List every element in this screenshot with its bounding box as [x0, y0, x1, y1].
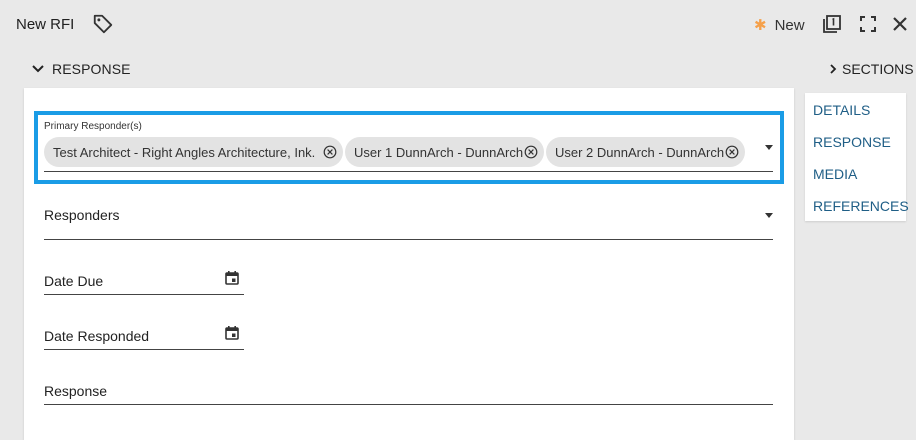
- chip-label: Test Architect - Right Angles Architectu…: [53, 144, 316, 160]
- fullscreen-icon[interactable]: [858, 14, 878, 34]
- chip-label: User 1 DunnArch - DunnArch: [354, 144, 524, 160]
- remove-chip-icon[interactable]: [725, 145, 739, 159]
- copy-icon[interactable]: [822, 14, 842, 34]
- chevron-right-icon: [830, 64, 837, 74]
- date-responded-field[interactable]: [44, 349, 244, 350]
- responders-dropdown-icon[interactable]: [765, 213, 773, 218]
- section-link-references[interactable]: REFERENCES: [813, 198, 909, 214]
- calendar-icon[interactable]: [225, 326, 239, 340]
- page-title: New RFI: [16, 16, 75, 33]
- new-button-label: New: [774, 16, 805, 34]
- section-link-details[interactable]: DETAILS: [813, 102, 870, 118]
- primary-responders-underline: [44, 171, 773, 172]
- calendar-icon[interactable]: [225, 271, 239, 285]
- new-button[interactable]: ✱ New: [754, 16, 805, 35]
- top-bar: New RFI ✱ New: [0, 0, 916, 50]
- sections-toggle-label: SECTIONS: [842, 61, 914, 77]
- responders-label: Responders: [44, 207, 120, 223]
- section-link-media[interactable]: MEDIA: [813, 166, 857, 182]
- responder-chip[interactable]: User 2 DunnArch - DunnArch: [546, 137, 745, 167]
- remove-chip-icon[interactable]: [524, 145, 538, 159]
- response-label: Response: [44, 383, 108, 399]
- section-title: RESPONSE: [52, 61, 131, 77]
- chip-label: User 2 DunnArch - DunnArch: [555, 144, 725, 160]
- asterisk-icon: ✱: [754, 17, 767, 34]
- close-icon[interactable]: [890, 14, 910, 34]
- responder-chip[interactable]: Test Architect - Right Angles Architectu…: [44, 137, 343, 167]
- section-link-response[interactable]: RESPONSE: [813, 134, 891, 150]
- primary-responders-dropdown-icon[interactable]: [765, 145, 773, 150]
- sections-toggle[interactable]: SECTIONS: [827, 61, 914, 77]
- date-due-label: Date Due: [44, 273, 104, 289]
- primary-responders-label: Primary Responder(s): [44, 121, 142, 132]
- remove-chip-icon[interactable]: [323, 145, 337, 159]
- responder-chip[interactable]: User 1 DunnArch - DunnArch: [345, 137, 544, 167]
- tag-icon[interactable]: [92, 13, 114, 35]
- response-section-header[interactable]: RESPONSE: [30, 61, 131, 77]
- date-responded-label: Date Responded: [44, 328, 150, 344]
- chevron-down-icon: [32, 65, 44, 73]
- response-field[interactable]: [44, 404, 773, 405]
- date-due-field[interactable]: [44, 294, 244, 295]
- responders-field[interactable]: [44, 239, 773, 240]
